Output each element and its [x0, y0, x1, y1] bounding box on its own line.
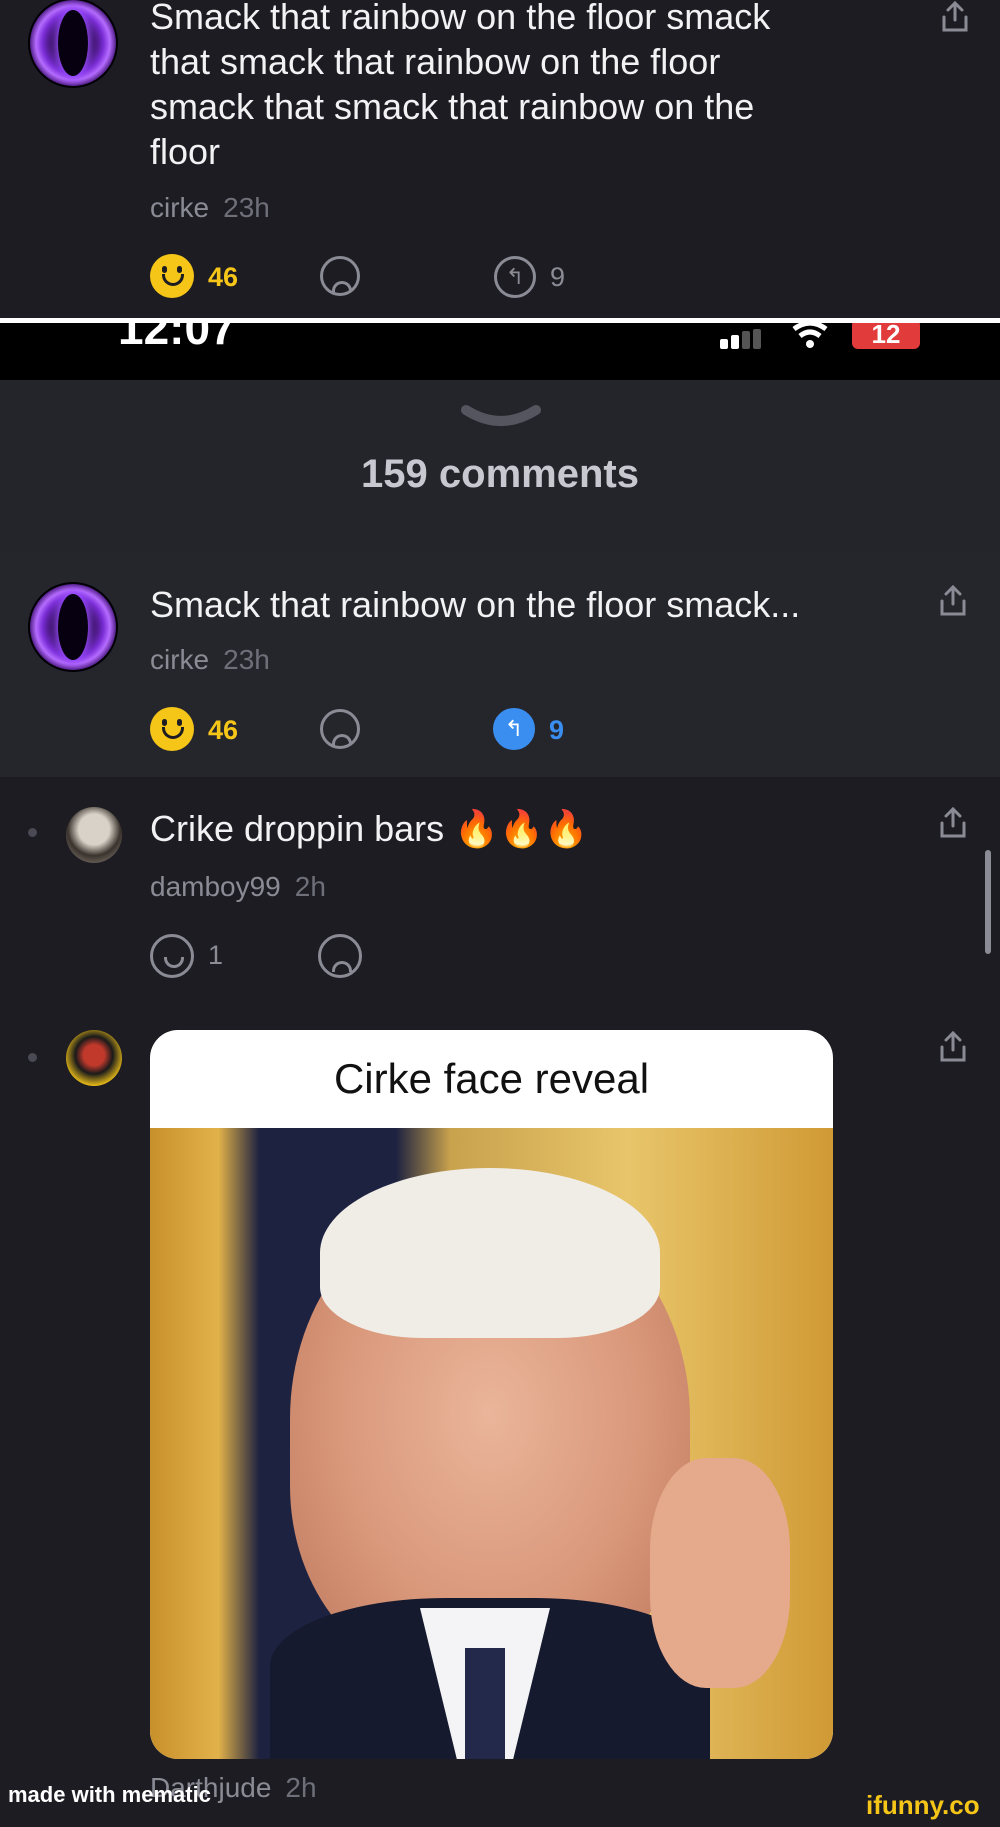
comment-time: 23h	[223, 192, 270, 223]
author-name[interactable]: damboy99	[150, 871, 281, 902]
comment-text[interactable]: Crike droppin bars 🔥🔥🔥	[150, 806, 890, 851]
share-icon[interactable]	[938, 584, 968, 618]
ifunny-watermark: ifunny.co	[866, 1790, 980, 1820]
author-name[interactable]: cirke	[150, 644, 209, 675]
comment-time: 23h	[223, 644, 270, 675]
reply-icon[interactable]: ↰	[494, 256, 536, 298]
frown-icon[interactable]	[318, 934, 362, 978]
meme-title: Cirke face reveal	[333, 1055, 650, 1102]
status-time: 12:07	[118, 323, 236, 354]
author-name[interactable]: cirke	[150, 192, 209, 223]
user-avatar[interactable]	[66, 807, 122, 863]
smile-icon[interactable]	[150, 707, 194, 751]
share-icon[interactable]	[940, 0, 970, 34]
comment-text[interactable]: Smack that rainbow on the floor smack...	[150, 582, 890, 627]
user-avatar[interactable]	[28, 582, 118, 672]
frown-icon[interactable]	[320, 256, 360, 296]
scrollbar[interactable]	[985, 850, 991, 954]
signal-icon	[720, 329, 764, 349]
comment-meta: cirke 23h	[150, 644, 270, 676]
comment-meta: damboy99 2h	[150, 871, 326, 903]
comments-sheet-header: 159 comments	[0, 380, 1000, 552]
wifi-icon	[792, 323, 828, 348]
smile-icon[interactable]	[150, 934, 194, 978]
meme-image[interactable]: Cirke face reveal	[150, 1030, 833, 1759]
comment-line: Smack that rainbow on the floor smack	[150, 0, 771, 37]
reply-icon[interactable]: ↰	[493, 708, 535, 750]
smile-count: 1	[208, 940, 224, 970]
thread-bullet	[28, 1053, 37, 1062]
comment-line: that smack that rainbow on the floor	[150, 41, 721, 82]
share-icon[interactable]	[938, 806, 968, 840]
comment-time: 2h	[285, 1772, 317, 1803]
parent-comment: Smack that rainbow on the floor smack...…	[0, 552, 1000, 777]
thread-bullet	[28, 828, 37, 837]
battery-icon: 12	[852, 323, 920, 349]
comment-meta: cirke 23h	[150, 192, 270, 224]
status-bar: 12:07 12	[0, 323, 1000, 380]
user-avatar[interactable]	[28, 0, 118, 88]
share-icon[interactable]	[938, 1030, 968, 1064]
meme-photo	[150, 1128, 833, 1759]
mematic-watermark: made with mematic	[8, 1782, 211, 1807]
frown-icon[interactable]	[320, 709, 360, 749]
smile-icon[interactable]	[150, 254, 194, 298]
comment-text: Smack that rainbow on the floor smack th…	[150, 0, 850, 174]
comments-count-title: 159 comments	[361, 452, 639, 496]
comment-line: floor	[150, 131, 221, 172]
smile-count: 46	[208, 715, 239, 745]
comment-time: 2h	[294, 871, 326, 902]
user-avatar[interactable]	[66, 1030, 122, 1086]
comment-line: smack that smack that rainbow on the	[150, 86, 755, 127]
reply-count: 9	[550, 262, 566, 292]
top-comment-section: Smack that rainbow on the floor smack th…	[0, 0, 1000, 318]
smile-count: 46	[208, 262, 239, 292]
chevron-down-icon[interactable]	[460, 402, 542, 432]
reply-count: 9	[549, 715, 565, 745]
